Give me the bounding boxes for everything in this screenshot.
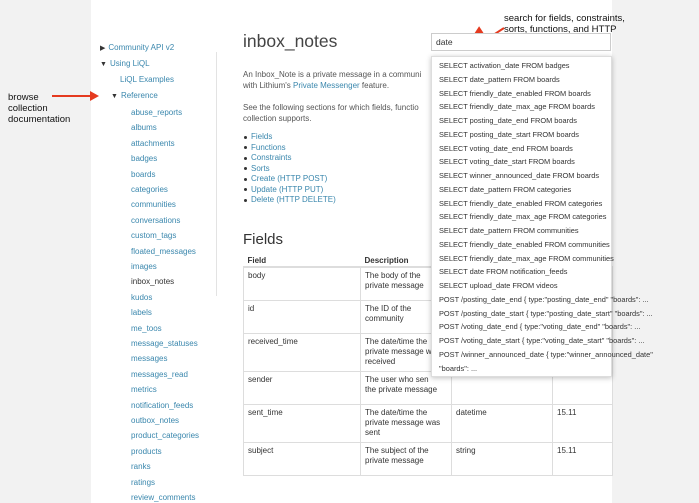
toc-update-link[interactable]: Update (HTTP PUT) — [244, 185, 336, 196]
type-cell: string — [451, 441, 553, 476]
nav-using-liql[interactable]: ▼ Using LiQL — [100, 59, 150, 68]
search-result-item[interactable]: SELECT friendly_date_enabled FROM boards — [439, 89, 591, 98]
description-cell: The date/time the private message was sent — [360, 403, 452, 443]
field-name-cell: sender — [243, 370, 361, 405]
search-result-item[interactable]: SELECT friendly_date_enabled FROM commun… — [439, 240, 610, 249]
field-name-cell: subject — [243, 441, 361, 476]
sidebar-item-albums[interactable]: albums — [131, 123, 157, 132]
browse-arrow-head — [90, 91, 99, 101]
type-cell: datetime — [451, 403, 553, 443]
sidebar-item-messages[interactable]: messages — [131, 354, 167, 363]
search-result-item[interactable]: SELECT friendly_date_enabled FROM catego… — [439, 199, 602, 208]
sidebar-item-notification-feeds[interactable]: notification_feeds — [131, 401, 193, 410]
description-line: sent — [365, 427, 381, 437]
search-input[interactable]: date — [431, 33, 611, 51]
search-result-item[interactable]: SELECT friendly_date_max_age FROM boards — [439, 102, 595, 111]
sections-paragraph: See the following sections for which fie… — [243, 103, 419, 123]
fields-heading: Fields — [243, 231, 284, 248]
description-line: private message — [365, 455, 424, 465]
right-gutter — [612, 0, 699, 503]
version-cell: 15.11 — [552, 403, 613, 443]
search-result-item[interactable]: SELECT voting_date_start FROM boards — [439, 157, 575, 166]
sidebar-item-communities[interactable]: communities — [131, 200, 176, 209]
sidebar-item-ratings[interactable]: ratings — [131, 478, 155, 487]
field-name-cell: sent_time — [243, 403, 361, 443]
description-line: The subject of the — [365, 445, 429, 455]
search-result-item[interactable]: SELECT date_pattern FROM boards — [439, 75, 560, 84]
description-line: the private message — [365, 384, 438, 394]
left-gutter — [0, 0, 91, 503]
search-result-item[interactable]: SELECT posting_date_start FROM boards — [439, 130, 579, 139]
table-row: sent_time The date/time the private messag… — [243, 403, 613, 443]
field-name-cell: body — [243, 266, 361, 301]
search-result-item[interactable]: POST /posting_date_end { type:"posting_d… — [439, 295, 649, 304]
browse-arrow — [52, 95, 92, 97]
search-result-item[interactable]: SELECT voting_date_end FROM boards — [439, 144, 573, 153]
nav-reference[interactable]: ▼ Reference — [111, 91, 158, 100]
search-result-item[interactable]: SELECT friendly_date_max_age FROM catego… — [439, 212, 606, 221]
sidebar-item-messages-read[interactable]: messages_read — [131, 370, 188, 379]
toc-create-link[interactable]: Create (HTTP POST) — [244, 174, 336, 185]
caret-right-icon: ▶ — [100, 45, 106, 52]
field-name-cell: received_time — [243, 332, 361, 372]
search-result-item[interactable]: SELECT date_pattern FROM categories — [439, 185, 571, 194]
sidebar-item-categories[interactable]: categories — [131, 185, 168, 194]
search-results-dropdown: SELECT activation_date FROM badges SELECT… — [431, 56, 653, 377]
caret-down-icon: ▼ — [111, 93, 118, 100]
search-result-item[interactable]: SELECT date_pattern FROM communities — [439, 226, 579, 235]
search-result-item[interactable]: SELECT upload_date FROM videos — [439, 281, 558, 290]
sidebar-item-message-statuses[interactable]: message_statuses — [131, 339, 198, 348]
column-header-field: Field — [243, 254, 361, 268]
sidebar-item-review-comments[interactable]: review_comments — [131, 493, 195, 502]
description-line: private message was — [365, 417, 441, 427]
sidebar-item-attachments[interactable]: attachments — [131, 139, 175, 148]
sidebar-item-badges[interactable]: badges — [131, 154, 157, 163]
private-messenger-link[interactable]: Private Messenger — [293, 81, 360, 90]
nav-liql-examples[interactable]: LiQL Examples — [120, 75, 174, 84]
sidebar-item-inbox-notes[interactable]: inbox_notes — [131, 277, 174, 286]
field-name-cell: id — [243, 299, 361, 334]
search-result-item[interactable]: POST /posting_date_start { type:"posting… — [439, 309, 653, 318]
search-result-item[interactable]: SELECT date FROM notification_feeds — [439, 267, 567, 276]
sidebar-item-images[interactable]: images — [131, 262, 157, 271]
description-cell: The subject of the private message — [360, 441, 452, 476]
sidebar-item-abuse-reports[interactable]: abuse_reports — [131, 108, 182, 117]
toc-constraints-link[interactable]: Constraints — [244, 153, 336, 164]
sidebar-item-conversations[interactable]: conversations — [131, 216, 180, 225]
table-row: subject The subject of the private message… — [243, 441, 613, 476]
nav-community-api[interactable]: ▶ Community API v2 — [100, 43, 174, 52]
sidebar-item-kudos[interactable]: kudos — [131, 293, 152, 302]
description-line: The date/time the — [365, 407, 428, 417]
sidebar-item-outbox-notes[interactable]: outbox_notes — [131, 416, 179, 425]
search-result-item[interactable]: POST /winner_announced_date { type:"winn… — [439, 350, 653, 359]
section-links: Fields Functions Constraints Sorts Creat… — [244, 132, 336, 206]
search-result-item[interactable]: "boards": ... — [439, 364, 477, 373]
toc-sorts-link[interactable]: Sorts — [244, 164, 336, 175]
search-result-item[interactable]: SELECT activation_date FROM badges — [439, 61, 570, 70]
caret-down-icon: ▼ — [100, 61, 107, 68]
toc-fields-link[interactable]: Fields — [244, 132, 336, 143]
sidebar-item-ranks[interactable]: ranks — [131, 462, 151, 471]
intro-paragraph: An Inbox_Note is a private message in a … — [243, 70, 422, 90]
search-result-item[interactable]: POST /voting_date_end { type:"voting_dat… — [439, 322, 640, 331]
sidebar-item-floated-messages[interactable]: floated_messages — [131, 247, 196, 256]
toc-delete-link[interactable]: Delete (HTTP DELETE) — [244, 195, 336, 206]
sidebar-item-metrics[interactable]: metrics — [131, 385, 157, 394]
sidebar-divider — [216, 52, 217, 296]
sidebar-item-custom-tags[interactable]: custom_tags — [131, 231, 176, 240]
search-result-item[interactable]: SELECT friendly_date_max_age FROM commun… — [439, 254, 614, 263]
sidebar-item-me-toos[interactable]: me_toos — [131, 324, 162, 333]
search-result-item[interactable]: SELECT winner_announced_date FROM boards — [439, 171, 599, 180]
search-result-item[interactable]: SELECT posting_date_end FROM boards — [439, 116, 577, 125]
sidebar-item-labels[interactable]: labels — [131, 308, 152, 317]
toc-functions-link[interactable]: Functions — [244, 143, 336, 154]
version-cell: 15.11 — [552, 441, 613, 476]
page-title: inbox_notes — [243, 31, 338, 51]
search-result-item[interactable]: POST /voting_date_start { type:"voting_d… — [439, 336, 645, 345]
sidebar-item-boards[interactable]: boards — [131, 170, 155, 179]
sidebar-item-products[interactable]: products — [131, 447, 162, 456]
sidebar-item-product-categories[interactable]: product_categories — [131, 431, 199, 440]
